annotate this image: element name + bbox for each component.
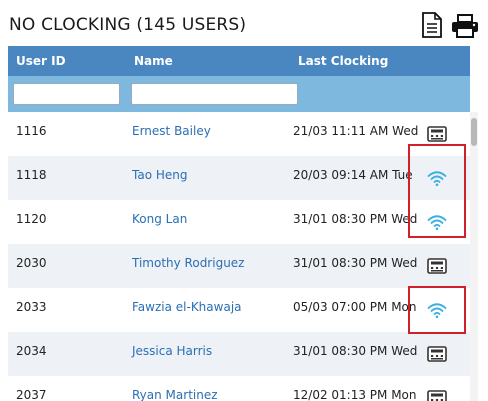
column-last-clocking[interactable]: Last Clocking [298, 54, 388, 68]
highlight-box-wifi-row [408, 286, 466, 334]
panel-header: NO CLOCKING (145 USERS) [0, 0, 488, 46]
column-name[interactable]: Name [134, 54, 173, 68]
user-id-cell: 2030 [16, 256, 47, 270]
last-clocking-cell: 31/01 08:30 PM Wed [293, 212, 418, 226]
document-export-icon[interactable] [421, 12, 443, 38]
last-clocking-cell: 12/02 01:13 PM Mon [293, 388, 417, 401]
last-clocking-cell: 05/03 07:00 PM Mon [293, 300, 417, 314]
table-row[interactable]: 2030 Timothy Rodriguez 31/01 08:30 PM We… [8, 244, 470, 288]
table-column-header: User ID Name Last Clocking [8, 46, 470, 76]
table-row[interactable]: 2033 Fawzia el-Khawaja 05/03 07:00 PM Mo… [8, 288, 470, 332]
user-name-link[interactable]: Tao Heng [132, 168, 187, 182]
filter-row [8, 76, 470, 112]
user-id-cell: 1116 [16, 124, 47, 138]
user-name-link[interactable]: Fawzia el-Khawaja [132, 300, 242, 314]
terminal-icon [427, 390, 447, 401]
last-clocking-cell: 31/01 08:30 PM Wed [293, 344, 418, 358]
scrollbar-thumb[interactable] [471, 118, 477, 146]
table-row[interactable]: 1118 Tao Heng 20/03 09:14 AM Tue [8, 156, 470, 200]
panel-title: NO CLOCKING (145 USERS) [9, 15, 247, 35]
user-id-cell: 1120 [16, 212, 47, 226]
user-id-cell: 2034 [16, 344, 47, 358]
table-row[interactable]: 1120 Kong Lan 31/01 08:30 PM Wed [8, 200, 470, 244]
no-clocking-panel: NO CLOCKING (145 USERS) User ID Name Las… [0, 0, 488, 401]
last-clocking-cell: 21/03 11:11 AM Wed [293, 124, 419, 138]
last-clocking-cell: 31/01 08:30 PM Wed [293, 256, 418, 270]
user-name-link[interactable]: Ryan Martinez [132, 388, 218, 401]
last-clocking-cell: 20/03 09:14 AM Tue [293, 168, 413, 182]
user-name-link[interactable]: Jessica Harris [132, 344, 212, 358]
user-name-link[interactable]: Timothy Rodriguez [132, 256, 244, 270]
name-filter-input[interactable] [131, 83, 298, 105]
table-row[interactable]: 2034 Jessica Harris 31/01 08:30 PM Wed [8, 332, 470, 376]
terminal-icon [427, 258, 447, 274]
user-id-filter-input[interactable] [13, 83, 120, 105]
table-row[interactable]: 2037 Ryan Martinez 12/02 01:13 PM Mon [8, 376, 470, 401]
table-body: 1116 Ernest Bailey 21/03 11:11 AM Wed 11… [8, 112, 470, 401]
terminal-icon [427, 346, 447, 362]
user-id-cell: 2033 [16, 300, 47, 314]
printer-icon[interactable] [451, 14, 479, 38]
table-row[interactable]: 1116 Ernest Bailey 21/03 11:11 AM Wed [8, 112, 470, 156]
user-name-link[interactable]: Ernest Bailey [132, 124, 211, 138]
user-name-link[interactable]: Kong Lan [132, 212, 187, 226]
highlight-box-wifi-rows [408, 144, 466, 238]
vertical-scrollbar[interactable] [470, 112, 478, 401]
user-id-cell: 1118 [16, 168, 47, 182]
terminal-icon [427, 126, 447, 142]
column-user-id[interactable]: User ID [16, 54, 66, 68]
user-id-cell: 2037 [16, 388, 47, 401]
